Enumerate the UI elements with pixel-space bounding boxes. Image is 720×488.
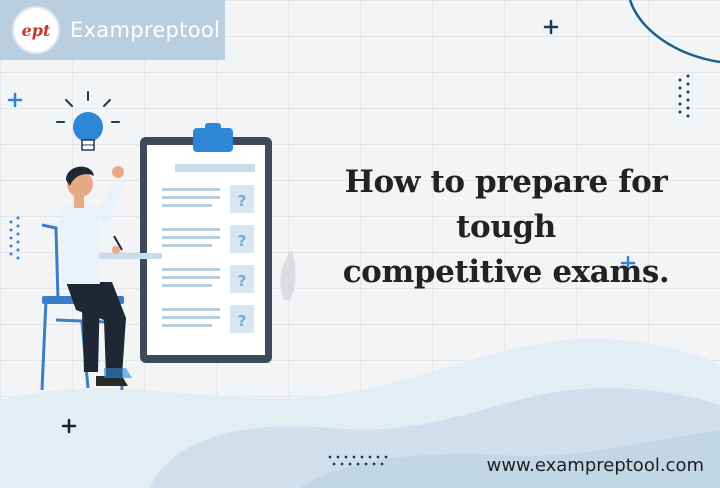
- brand-bar: ept Exampreptool: [0, 0, 225, 60]
- headline-line-2: competitive exams.: [342, 254, 670, 290]
- brand-logo-text: ept: [21, 20, 51, 40]
- clipboard: ? ? ? ?: [140, 123, 272, 363]
- brand-name: Exampreptool: [70, 18, 221, 42]
- dotted-line-decoration: [678, 74, 690, 118]
- dotted-line-decoration: [9, 216, 20, 260]
- desk-arm: [92, 253, 162, 259]
- plus-icon: [7, 92, 23, 108]
- headline-line-1: How to prepare for tough: [344, 164, 668, 245]
- lightbulb-icon: [56, 91, 120, 151]
- question-mark: ?: [238, 192, 247, 210]
- headline: How to prepare for tough competitive exa…: [300, 160, 712, 295]
- question-mark: ?: [238, 272, 247, 290]
- plus-icon: [543, 19, 559, 35]
- question-mark: ?: [238, 232, 247, 250]
- question-mark: ?: [238, 312, 247, 330]
- arc-decoration: [628, 0, 720, 64]
- site-url[interactable]: www.exampreptool.com: [487, 455, 704, 476]
- plant-decoration: [280, 250, 296, 300]
- person: [60, 166, 132, 386]
- brand-logo[interactable]: ept: [12, 6, 60, 54]
